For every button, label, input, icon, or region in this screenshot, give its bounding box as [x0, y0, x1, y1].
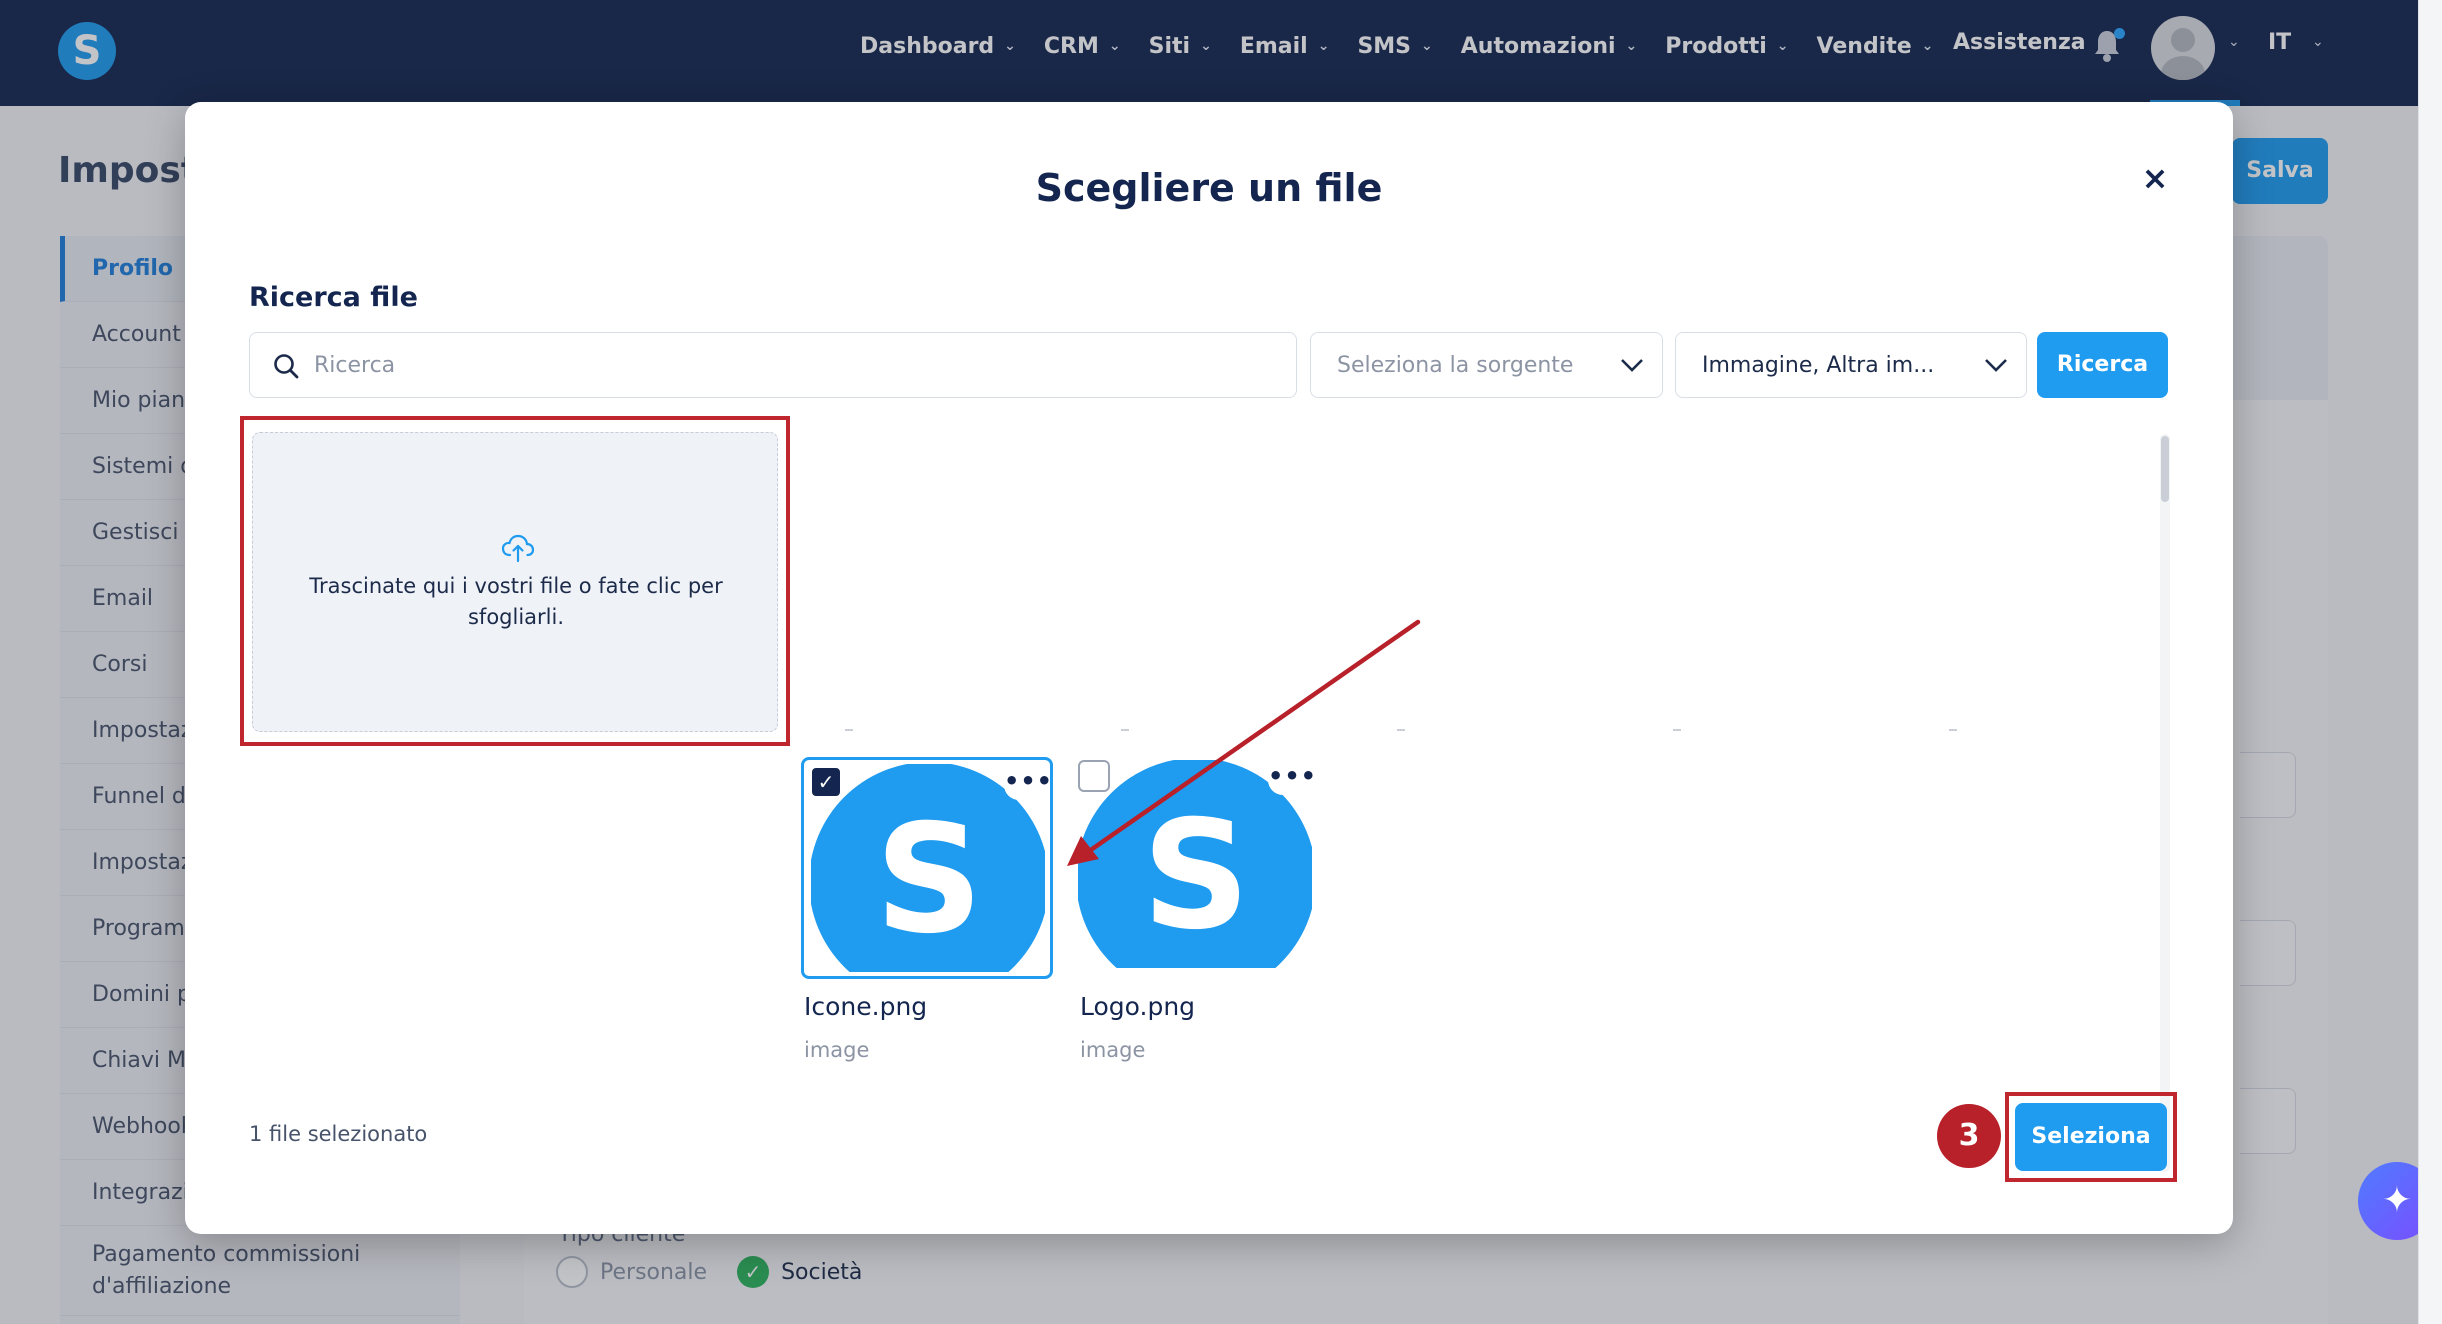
- file-picker-modal: Scegliere un file × Ricerca file Selezio…: [185, 102, 2233, 1234]
- selection-status: 1 file selezionato: [249, 1122, 428, 1146]
- chevron-down-icon: [1985, 359, 2007, 372]
- search-input[interactable]: [314, 333, 1274, 397]
- file-type-select-value: Immagine, Altra im...: [1702, 352, 1935, 378]
- upload-dropzone[interactable]: Trascinate qui i vostri file o fate clic…: [252, 432, 778, 732]
- source-select-value: Seleziona la sorgente: [1337, 352, 1574, 378]
- annotation-arrow: [1067, 619, 1421, 866]
- close-icon[interactable]: ×: [2135, 158, 2175, 198]
- chevron-down-icon: [1621, 359, 1643, 372]
- file-checkbox-checked[interactable]: ✓: [810, 766, 842, 798]
- page-scrollbar[interactable]: [2418, 0, 2442, 1324]
- modal-title: Scegliere un file: [1035, 166, 1383, 210]
- check-icon: ✓: [817, 770, 835, 794]
- file-name: Icone.png: [804, 992, 928, 1021]
- file-grid-scroll-thumb[interactable]: [2161, 436, 2169, 502]
- step-number-badge: 3: [1937, 1104, 2001, 1168]
- cloud-upload-icon: [501, 534, 535, 563]
- section-label-ricerca: Ricerca file: [249, 282, 418, 313]
- more-horizontal-icon[interactable]: •••: [1004, 769, 1052, 800]
- search-box: [249, 332, 1297, 398]
- search-icon: [274, 354, 299, 379]
- file-card-icone[interactable]: ✓ ••• S: [801, 757, 1053, 979]
- file-grid-scrollbar[interactable]: [2160, 434, 2170, 1172]
- select-button[interactable]: Seleziona: [2015, 1103, 2167, 1171]
- file-name: Logo.png: [1080, 992, 1196, 1021]
- search-button[interactable]: Ricerca: [2037, 332, 2168, 398]
- file-type: image: [1080, 1038, 1146, 1062]
- file-type: image: [804, 1038, 870, 1062]
- source-select[interactable]: Seleziona la sorgente: [1310, 332, 1663, 398]
- file-checkbox-unchecked[interactable]: [1078, 760, 1110, 792]
- dropzone-text: Trascinate qui i vostri file o fate clic…: [309, 574, 723, 629]
- file-type-select[interactable]: Immagine, Altra im...: [1675, 332, 2027, 398]
- more-horizontal-icon[interactable]: •••: [1268, 764, 1316, 795]
